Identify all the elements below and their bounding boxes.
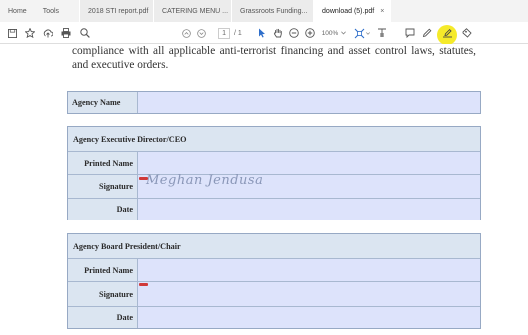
bookmark-icon[interactable] — [24, 22, 36, 44]
printed-name-field[interactable] — [138, 152, 480, 174]
tab-tools[interactable]: Tools — [35, 0, 67, 22]
tab-document-catering-menu[interactable]: CATERING MENU ... × — [153, 0, 238, 22]
zoom-in-icon[interactable] — [304, 22, 316, 44]
signature-value: Meghan Jendusa — [146, 173, 264, 188]
signature-label: Signature — [68, 282, 138, 306]
save-icon[interactable] — [6, 22, 18, 44]
section-heading-row: Agency Board President/Chair — [68, 234, 480, 258]
signature-label: Signature — [68, 175, 138, 198]
signature-marker — [139, 283, 148, 286]
prev-page-icon[interactable] — [180, 22, 192, 44]
scroll-mode-icon[interactable] — [376, 22, 388, 44]
date-row: Date — [68, 306, 480, 328]
tab-bar: Home Tools 2018 STI report.pdf CATERING … — [0, 0, 528, 22]
signature-field[interactable] — [138, 282, 480, 306]
printed-name-row: Printed Name — [68, 258, 480, 281]
date-row: Date — [68, 198, 480, 220]
zoom-value: 100% — [321, 29, 339, 37]
tab-tools-label: Tools — [42, 7, 60, 15]
pen-icon[interactable] — [421, 22, 433, 44]
tab-document-sti-report[interactable]: 2018 STI report.pdf — [79, 0, 154, 22]
tab-label: download (5).pdf — [322, 7, 375, 15]
zoom-dropdown[interactable]: 100% — [320, 22, 348, 44]
date-label: Date — [68, 199, 138, 220]
hand-tool-icon[interactable] — [272, 22, 284, 44]
intro-paragraph: compliance with all applicable anti-terr… — [72, 45, 476, 71]
agency-name-table: Agency Name — [67, 91, 481, 114]
sign-icon[interactable] — [441, 22, 453, 44]
tab-document-download[interactable]: download (5).pdf × — [313, 0, 392, 22]
section-heading-row: Agency Executive Director/CEO — [68, 127, 480, 151]
close-icon[interactable]: × — [380, 8, 384, 15]
printed-name-label: Printed Name — [68, 152, 138, 174]
printed-name-field[interactable] — [138, 259, 480, 281]
select-cursor-icon[interactable] — [256, 22, 268, 44]
agency-name-field[interactable] — [138, 92, 480, 113]
chevron-down-icon[interactable] — [364, 22, 372, 44]
date-label: Date — [68, 307, 138, 328]
agency-name-label: Agency Name — [68, 92, 138, 113]
tab-home[interactable]: Home — [0, 0, 35, 22]
comment-icon[interactable] — [404, 22, 416, 44]
stamp-icon[interactable] — [461, 22, 473, 44]
tab-label: CATERING MENU ... — [162, 7, 229, 15]
printed-name-label: Printed Name — [68, 259, 138, 281]
next-page-icon[interactable] — [195, 22, 207, 44]
executive-director-table: Agency Executive Director/CEO Printed Na… — [67, 126, 481, 220]
signature-field[interactable]: Meghan Jendusa — [138, 173, 480, 198]
section-heading: Agency Board President/Chair — [68, 234, 480, 258]
printed-name-row: Printed Name — [68, 151, 480, 174]
section-heading: Agency Executive Director/CEO — [68, 127, 480, 151]
chevron-down-icon — [341, 31, 347, 35]
page-current-input[interactable]: 1 — [218, 27, 231, 39]
board-president-table: Agency Board President/Chair Printed Nam… — [67, 233, 481, 329]
signature-row: Signature — [68, 281, 480, 306]
signature-row: Signature Meghan Jendusa — [68, 173, 480, 198]
tab-document-grassroots-funding[interactable]: Grassroots Funding... — [231, 0, 314, 22]
search-icon[interactable] — [79, 22, 91, 44]
document-page: compliance with all applicable anti-terr… — [0, 44, 528, 335]
upload-icon[interactable] — [42, 22, 54, 44]
tab-home-label: Home — [8, 7, 27, 15]
page-indicator[interactable]: 1 / 1 — [214, 22, 246, 44]
tab-label: Grassroots Funding... — [240, 7, 308, 15]
page-total: / 1 — [234, 29, 242, 37]
zoom-out-icon[interactable] — [288, 22, 300, 44]
date-field[interactable] — [138, 199, 480, 220]
date-field[interactable] — [138, 307, 480, 328]
print-icon[interactable] — [60, 22, 72, 44]
tab-label: 2018 STI report.pdf — [88, 7, 149, 15]
